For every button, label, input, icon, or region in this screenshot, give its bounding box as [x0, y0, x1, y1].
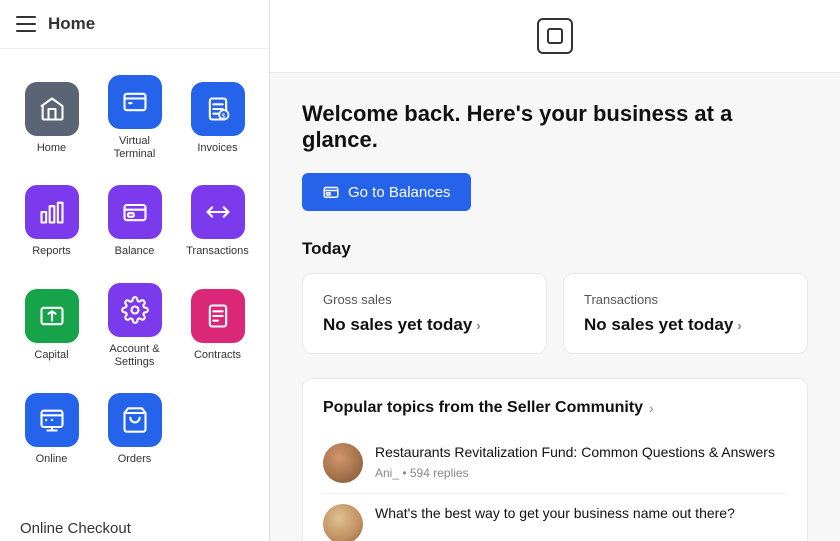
sidebar-header: Home — [0, 0, 269, 49]
gross-sales-value: No sales yet today › — [323, 315, 526, 335]
balances-button-icon — [322, 183, 340, 201]
community-item-0[interactable]: Restaurants Revitalization Fund: Common … — [323, 433, 787, 494]
nav-item-contracts[interactable]: Contracts — [178, 273, 257, 379]
gross-sales-card: Gross sales No sales yet today › — [302, 273, 547, 354]
transactions-icon — [191, 185, 245, 239]
balance-icon — [108, 185, 162, 239]
nav-item-transactions[interactable]: Transactions — [178, 175, 257, 268]
community-item-text-1: What's the best way to get your business… — [375, 504, 735, 527]
community-item-meta-0: Ani_ • 594 replies — [375, 466, 775, 480]
nav-item-orders[interactable]: Orders — [95, 383, 174, 476]
community-title: Popular topics from the Seller Community… — [323, 399, 787, 417]
today-section: Today Gross sales No sales yet today › T… — [302, 239, 808, 354]
nav-label-contracts: Contracts — [194, 349, 241, 362]
nav-item-capital[interactable]: Capital — [12, 273, 91, 379]
virtual-terminal-icon — [108, 75, 162, 129]
nav-label-capital: Capital — [34, 349, 68, 362]
community-avatar-1 — [323, 504, 363, 541]
nav-label-online: Online — [36, 453, 68, 466]
go-to-balances-button[interactable]: Go to Balances — [302, 173, 471, 211]
community-item-title-1: What's the best way to get your business… — [375, 504, 735, 524]
online-icon — [25, 393, 79, 447]
sidebar-link-online-checkout[interactable]: Online Checkout — [16, 512, 253, 541]
home-icon — [25, 82, 79, 136]
nav-item-online[interactable]: Online — [12, 383, 91, 476]
nav-item-balance[interactable]: Balance — [95, 175, 174, 268]
today-label: Today — [302, 239, 808, 259]
transactions-card-label: Transactions — [584, 292, 787, 307]
settings-icon — [108, 283, 162, 337]
nav-label-transactions: Transactions — [186, 245, 249, 258]
gross-sales-chevron: › — [476, 318, 480, 333]
square-logo-inner — [547, 28, 563, 44]
transactions-card: Transactions No sales yet today › — [563, 273, 808, 354]
menu-icon[interactable] — [16, 16, 36, 32]
reports-icon — [25, 185, 79, 239]
community-item-1[interactable]: What's the best way to get your business… — [323, 494, 787, 541]
sidebar: Home Home Virtual Terminal $ Invoices — [0, 0, 270, 541]
contracts-icon — [191, 289, 245, 343]
sidebar-text-links: Online Checkout Team Appointments — [0, 500, 269, 541]
nav-label-virtual-terminal: Virtual Terminal — [101, 135, 168, 161]
invoices-icon: $ — [191, 82, 245, 136]
nav-label-balance: Balance — [115, 245, 155, 258]
transactions-chevron: › — [737, 318, 741, 333]
square-logo — [537, 18, 573, 54]
main-body: Welcome back. Here's your business at a … — [270, 73, 840, 541]
orders-icon — [108, 393, 162, 447]
nav-item-home[interactable]: Home — [12, 65, 91, 171]
nav-label-orders: Orders — [118, 453, 152, 466]
nav-grid: Home Virtual Terminal $ Invoices Reports — [0, 49, 269, 492]
nav-item-virtual-terminal[interactable]: Virtual Terminal — [95, 65, 174, 171]
welcome-title: Welcome back. Here's your business at a … — [302, 101, 808, 153]
sidebar-title: Home — [48, 14, 95, 34]
transactions-card-value: No sales yet today › — [584, 315, 787, 335]
nav-item-invoices[interactable]: $ Invoices — [178, 65, 257, 171]
community-avatar-0 — [323, 443, 363, 483]
nav-label-reports: Reports — [32, 245, 71, 258]
community-title-chevron: › — [649, 400, 654, 416]
community-item-title-0: Restaurants Revitalization Fund: Common … — [375, 443, 775, 463]
community-section: Popular topics from the Seller Community… — [302, 378, 808, 541]
main-content-area: Welcome back. Here's your business at a … — [270, 0, 840, 541]
today-cards: Gross sales No sales yet today › Transac… — [302, 273, 808, 354]
nav-item-reports[interactable]: Reports — [12, 175, 91, 268]
nav-label-home: Home — [37, 142, 66, 155]
main-header — [270, 0, 840, 73]
svg-text:$: $ — [221, 113, 225, 120]
nav-item-account-settings[interactable]: Account & Settings — [95, 273, 174, 379]
community-item-text-0: Restaurants Revitalization Fund: Common … — [375, 443, 775, 480]
gross-sales-label: Gross sales — [323, 292, 526, 307]
nav-label-invoices: Invoices — [197, 142, 237, 155]
nav-label-account-settings: Account & Settings — [101, 343, 168, 369]
capital-icon — [25, 289, 79, 343]
